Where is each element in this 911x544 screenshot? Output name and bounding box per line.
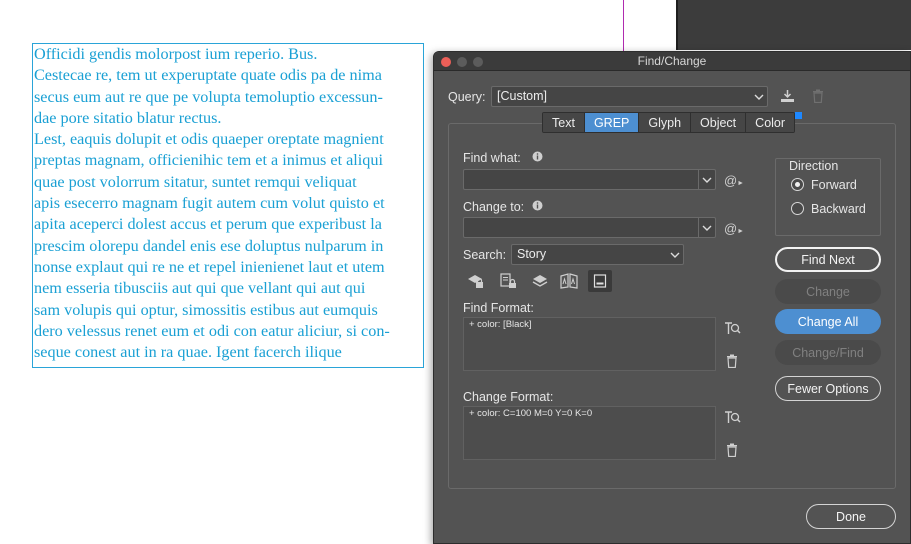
text-line: quae post volorrum sitatur, suntet remqu… [34,172,357,191]
info-icon [531,150,543,162]
text-line: seque conest aut in ra quae. Igent facer… [34,343,342,362]
color-tab-indicator [795,112,802,119]
include-footnotes-icon[interactable] [588,270,612,292]
text-line: Cestecae re, tem ut experuptate quate od… [34,66,382,85]
text-line: apis esecerro magnam fugit autem cum vol… [34,194,385,213]
change-to-input[interactable] [463,217,716,238]
change-format-box[interactable]: + color: C=100 M=0 Y=0 K=0 [463,406,716,460]
direction-label: Direction [789,159,839,173]
query-select[interactable]: [Custom] [491,86,768,107]
find-format-label: Find Format: [463,301,534,315]
text-line: secus eum aut re que pe volupta temolupt… [34,87,383,106]
query-label: Query: [448,90,486,104]
text-line: apita aceperci dolest accus et perum que… [34,215,382,234]
text-line: Officidi gendis molorpost ium reperio. B… [34,45,318,63]
text-line: nonse explaut qui re ne et repel inienie… [34,257,385,276]
find-what-input[interactable] [463,169,716,190]
text-line: dae pore sitatio blatur rectus. [34,108,222,127]
tab-color[interactable]: Color [745,113,795,132]
clear-find-format-icon[interactable] [723,352,741,370]
search-label: Search: [463,248,507,262]
chevron-down-icon [750,87,767,106]
page-margin-guide [623,0,624,52]
tab-object[interactable]: Object [690,113,746,132]
dialog-title: Find/Change [637,54,707,68]
tab-glyph[interactable]: Glyph [638,113,691,132]
special-char-symbol: @ [723,220,738,236]
text-line: dero velessus renet eum et odi con eatur… [34,321,390,340]
text-line: nem esseria tibusciis aut qui que vellan… [34,279,366,298]
tab-text[interactable]: Text [543,113,584,132]
clear-change-format-icon[interactable] [723,441,741,459]
change-to-label: Change to: [463,200,525,214]
search-type-tabs: Text GREP Glyph Object Color [542,112,796,133]
special-char-symbol: @ [723,172,738,188]
include-locked-stories-icon[interactable] [497,271,519,291]
chevron-down-icon [666,245,683,264]
specify-find-format-icon[interactable] [722,319,742,337]
include-master-pages-icon[interactable] [558,271,580,291]
find-next-button[interactable]: Find Next [775,247,881,272]
change-all-button[interactable]: Change All [775,309,881,334]
text-line: Lest, eaquis dolupit et odis quaeper ore… [34,130,384,149]
find-format-box[interactable]: + color: [Black] [463,317,716,371]
backward-radio[interactable] [791,202,804,215]
chevron-down-icon[interactable] [698,170,715,189]
text-line: prescim olorepu dandel enis ese doluptus… [34,236,384,255]
special-characters-icon[interactable]: @ ► [724,219,744,237]
forward-label[interactable]: Forward [811,178,857,192]
info-icon [531,199,543,211]
tab-grep[interactable]: GREP [583,113,639,132]
done-button[interactable]: Done [806,504,896,529]
forward-radio[interactable] [791,178,804,191]
query-value: [Custom] [497,89,548,103]
include-hidden-layers-icon[interactable] [529,271,551,291]
find-change-dialog: Find/Change Query: [Custom] Text GREP Gl… [433,51,911,544]
background-window [676,0,911,50]
direction-group: Direction Forward Backward [775,158,881,236]
specify-change-format-icon[interactable] [722,408,742,426]
find-format-value: + color: [Black] [469,319,532,330]
save-query-icon[interactable] [778,87,796,105]
change-button[interactable]: Change [775,279,881,304]
delete-query-icon[interactable] [809,87,827,105]
include-locked-layers-icon[interactable] [465,271,487,291]
chevron-down-icon[interactable] [698,218,715,237]
text-frame[interactable]: Officidi gendis molorpost ium reperio. B… [32,43,424,368]
search-scope-select[interactable]: Story [511,244,684,265]
change-format-value: + color: C=100 M=0 Y=0 K=0 [469,408,593,419]
change-find-button[interactable]: Change/Find [775,340,881,365]
fewer-options-button[interactable]: Fewer Options [775,376,881,401]
text-line: sam volupis qui optur, simossitis estibu… [34,300,378,319]
search-scope-value: Story [517,247,547,261]
backward-label[interactable]: Backward [811,202,866,216]
special-characters-icon[interactable]: @ ► [724,171,744,189]
change-format-label: Change Format: [463,390,554,404]
find-what-label: Find what: [463,151,521,165]
text-line: preptas magnam, officienihic tem et a in… [34,151,383,170]
dialog-titlebar[interactable]: Find/Change [434,52,910,71]
